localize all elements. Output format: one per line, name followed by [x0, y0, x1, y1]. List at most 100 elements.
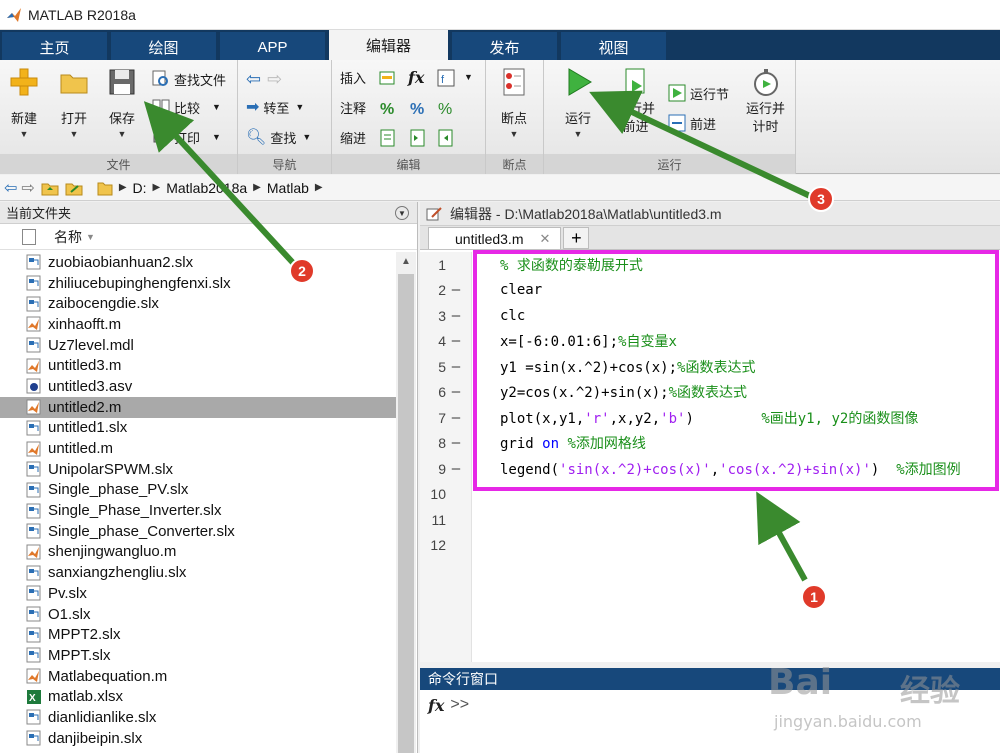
file-list-item[interactable]: untitled.m [0, 438, 396, 459]
run-and-advance-button[interactable]: 运行并 前进 [616, 66, 655, 136]
wrap-comments-icon[interactable]: % [436, 98, 456, 118]
code-line[interactable]: 12 [420, 533, 1000, 559]
tab-editor[interactable]: 编辑器 [329, 30, 450, 60]
goto-arrow-icon: ➡ [246, 99, 260, 116]
file-list-item[interactable]: UnipolarSPWM.slx [0, 459, 396, 480]
up-folder-icon[interactable] [41, 180, 59, 196]
file-list-item[interactable]: xinhaofft.m [0, 314, 396, 335]
scroll-up-icon[interactable]: ▲ [396, 252, 416, 270]
tab-view[interactable]: 视图 [561, 32, 668, 62]
file-list-item[interactable]: untitled2.m [0, 396, 396, 418]
back-forward-buttons[interactable]: ⇦ ⇨ [246, 68, 282, 90]
name-column-header[interactable]: 名称 ▼ [0, 224, 417, 250]
open-button[interactable]: 打开 ▼ [58, 66, 90, 139]
line-marker[interactable]: — [446, 282, 466, 298]
decrease-indent-icon[interactable] [436, 128, 456, 148]
file-list-item[interactable]: Uz7level.mdl [0, 335, 396, 356]
print-button[interactable]: 打印 ▼ [152, 126, 221, 148]
tab-apps[interactable]: APP [220, 32, 327, 62]
line-marker[interactable]: — [446, 384, 466, 400]
chevron-down-icon[interactable]: ▼ [464, 66, 473, 88]
line-marker[interactable]: — [446, 461, 466, 477]
fx-button[interactable]: fx [408, 66, 424, 88]
line-marker[interactable]: — [446, 333, 466, 349]
file-list-item[interactable]: MPPT2.slx [0, 624, 396, 645]
fx-icon[interactable]: fx [428, 696, 444, 715]
breadcrumb-more[interactable]: ▶ [315, 182, 329, 193]
indent-button[interactable]: 缩进 [340, 126, 366, 148]
file-list-item[interactable]: Pv.slx [0, 583, 396, 604]
panel-menu-icon[interactable]: ▼ [395, 206, 409, 220]
browse-folder-icon[interactable] [65, 180, 83, 196]
breadcrumb-matlab2018a[interactable]: ▶ Matlab2018a [153, 180, 248, 196]
line-marker[interactable]: — [446, 435, 466, 451]
save-button[interactable]: 保存 ▼ [106, 66, 138, 139]
file-list-item[interactable]: Xmatlab.xlsx [0, 686, 396, 707]
run-button[interactable]: 运行 ▼ [562, 66, 594, 139]
line-marker[interactable]: — [446, 410, 466, 426]
m-file-icon [26, 358, 41, 374]
smart-indent-icon[interactable] [378, 128, 398, 148]
line-number: 11 [431, 511, 446, 528]
file-list-item[interactable]: untitled3.m [0, 355, 396, 376]
goto-button[interactable]: ➡ 转至 ▼ [246, 96, 304, 118]
file-list-item[interactable]: sanxiangzhengliu.slx [0, 562, 396, 583]
increase-indent-icon[interactable] [408, 128, 428, 148]
chevron-down-icon: ▼ [212, 102, 221, 112]
uncomment-icon[interactable]: % [408, 98, 428, 118]
advance-button[interactable]: 前进 [668, 112, 716, 134]
file-list-item[interactable]: zuobiaobianhuan2.slx [0, 252, 396, 273]
tab-publish[interactable]: 发布 [452, 32, 559, 62]
file-list-item[interactable]: shenjingwangluo.m [0, 542, 396, 563]
insert-section-icon[interactable] [378, 68, 398, 88]
file-list-item[interactable]: zaibocengdie.slx [0, 293, 396, 314]
breakpoints-button[interactable]: 断点 ▼ [498, 66, 530, 139]
run-play-icon [568, 68, 592, 96]
run-and-time-button[interactable]: 运行并 计时 [746, 66, 785, 136]
editor-tab-untitled3[interactable]: untitled3.m ✕ [428, 227, 562, 249]
run-section-button[interactable]: 运行节 [668, 82, 729, 104]
code-line[interactable]: 11 [420, 507, 1000, 533]
file-list-item[interactable]: Matlabequation.m [0, 666, 396, 687]
breadcrumb-matlab[interactable]: ▶ Matlab [253, 180, 309, 196]
ribbon: 新建 ▼ 打开 ▼ 保存 ▼ 查找文件 比较 ▼ 打印 ▼ 文件 ⇦ ⇨ ➡ 转… [0, 60, 1000, 174]
file-list-item[interactable]: dianlidianlike.slx [0, 707, 396, 728]
file-list-item[interactable]: O1.slx [0, 604, 396, 625]
file-list-item[interactable]: danjibeipin.slx [0, 728, 396, 749]
file-list-item[interactable]: Single_phase_PV.slx [0, 480, 396, 501]
file-list-scrollbar[interactable]: ▲ [396, 252, 416, 753]
breadcrumb-drive[interactable]: ▶ D: [119, 180, 147, 196]
file-list-item[interactable]: untitled3.asv [0, 376, 396, 397]
find-button[interactable]: 🔍︎ 查找 ▼ [246, 126, 311, 148]
file-list-item[interactable]: zhiliucebupinghengfenxi.slx [0, 273, 396, 294]
chevron-right-icon: ▶ [118, 182, 127, 193]
file-list-item[interactable]: Single_phase_Converter.slx [0, 521, 396, 542]
percent-comment-icon[interactable]: % [378, 98, 398, 118]
arrow-left-icon[interactable]: ⇦ [246, 69, 261, 90]
ribbon-tabs: 主页 绘图 APP 编辑器 发布 视图 [0, 30, 1000, 62]
simulink-model-icon [26, 482, 41, 498]
tab-home[interactable]: 主页 [2, 32, 109, 62]
new-button[interactable]: 新建 ▼ [8, 66, 40, 139]
scrollbar-thumb[interactable] [398, 274, 414, 753]
chevron-right-icon: ▶ [253, 182, 261, 193]
file-list-item[interactable]: MPPT.slx [0, 645, 396, 666]
file-list-item[interactable]: Single_Phase_Inverter.slx [0, 500, 396, 521]
m-file-icon [26, 441, 41, 457]
tab-plots[interactable]: 绘图 [111, 32, 218, 62]
line-marker[interactable]: — [446, 308, 466, 324]
file-list-item[interactable]: untitled1.slx [0, 418, 396, 439]
insert-function-icon[interactable]: f [436, 68, 456, 88]
arrow-right-icon[interactable]: ⇨ [267, 69, 282, 90]
insert-button[interactable]: 插入 [340, 66, 366, 88]
find-files-button[interactable]: 查找文件 [152, 68, 226, 90]
compare-button[interactable]: 比较 ▼ [152, 96, 221, 118]
comment-button[interactable]: 注释 [340, 96, 366, 118]
close-tab-icon[interactable]: ✕ [539, 231, 550, 247]
new-tab-button[interactable]: + [563, 227, 590, 249]
forward-arrow-icon[interactable]: ⇨ [21, 178, 34, 198]
file-name: Uz7level.mdl [48, 336, 134, 354]
line-marker[interactable]: — [446, 359, 466, 375]
current-folder-title-bar: 当前文件夹 ▼ [0, 202, 417, 224]
back-arrow-icon[interactable]: ⇦ [4, 178, 17, 198]
